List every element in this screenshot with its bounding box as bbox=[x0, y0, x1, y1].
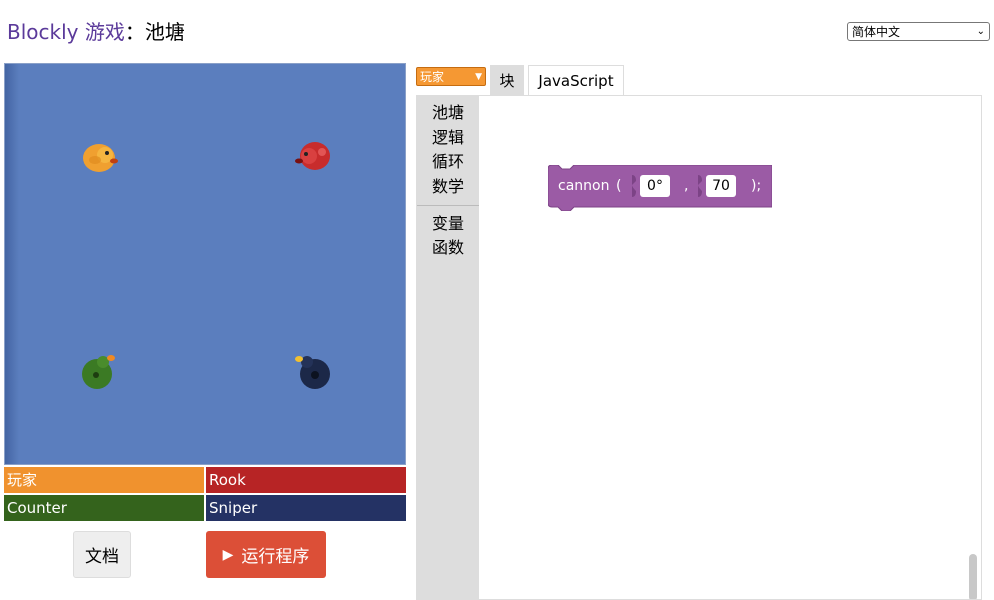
language-value: 简体中文 bbox=[852, 25, 901, 39]
tab-blocks[interactable]: 块 bbox=[490, 65, 524, 95]
player-name: Rook bbox=[209, 471, 246, 489]
chevron-down-icon: ⌄ bbox=[976, 26, 985, 37]
run-button-label: 运行程序 bbox=[241, 547, 310, 567]
player-duck-icon bbox=[83, 144, 118, 172]
tab-blocks-label: 块 bbox=[499, 71, 515, 90]
block-function-name: cannon bbox=[558, 178, 610, 194]
player-bar-rook: Rook bbox=[206, 467, 406, 493]
block-open-paren: ( bbox=[616, 178, 622, 194]
toolbox-category-logic[interactable]: 逻辑 bbox=[417, 127, 479, 149]
docs-button-label: 文档 bbox=[85, 547, 119, 567]
tab-javascript[interactable]: JavaScript bbox=[528, 65, 624, 95]
player-name: 玩家 bbox=[7, 471, 38, 489]
counter-duck-icon bbox=[82, 355, 115, 389]
run-program-button[interactable]: ▶ 运行程序 bbox=[206, 531, 326, 578]
player-name: Sniper bbox=[209, 499, 258, 517]
avatar-select[interactable]: 玩家 ▼ bbox=[416, 67, 486, 86]
pond-game-page: Blockly 游戏：池塘 简体中文 ⌄ 玩家 Rook Counter Sni… bbox=[0, 0, 994, 600]
player-bar-counter: Counter bbox=[4, 495, 204, 521]
toolbox-category-loops[interactable]: 循环 bbox=[417, 151, 479, 173]
player-bar-player: 玩家 bbox=[4, 467, 204, 493]
toolbox-separator bbox=[417, 205, 479, 206]
toolbox-category-variables[interactable]: 变量 bbox=[417, 213, 479, 235]
player-bar-sniper: Sniper bbox=[206, 495, 406, 521]
rook-duck-icon bbox=[295, 142, 330, 170]
docs-button[interactable]: 文档 bbox=[73, 531, 131, 578]
player-name: Counter bbox=[7, 499, 67, 517]
page-title: Blockly 游戏：池塘 bbox=[7, 18, 185, 46]
toolbox-category-math[interactable]: 数学 bbox=[417, 176, 479, 198]
pond-edge-shade bbox=[5, 64, 19, 464]
toolbox-category-pond[interactable]: 池塘 bbox=[417, 102, 479, 124]
cannon-block[interactable]: cannon ( 0° , 70 ); bbox=[548, 165, 772, 211]
chevron-down-icon: ▼ bbox=[475, 71, 482, 82]
toolbox-category-functions[interactable]: 函数 bbox=[417, 237, 479, 259]
app-link[interactable]: Blockly 游戏 bbox=[7, 20, 125, 44]
workspace-scrollbar[interactable] bbox=[969, 554, 977, 599]
play-icon: ▶ bbox=[222, 546, 234, 563]
angle-field[interactable]: 0° bbox=[640, 175, 670, 197]
avatar-value: 玩家 bbox=[420, 70, 445, 84]
block-close: ); bbox=[751, 178, 762, 194]
language-select[interactable]: 简体中文 ⌄ bbox=[847, 22, 990, 41]
tab-javascript-label: JavaScript bbox=[538, 71, 614, 90]
sniper-duck-icon bbox=[295, 356, 330, 389]
block-comma: , bbox=[684, 178, 689, 194]
toolbox: 池塘 逻辑 循环 数学 变量 函数 bbox=[417, 96, 479, 599]
pond-canvas bbox=[4, 63, 406, 465]
range-field[interactable]: 70 bbox=[706, 175, 736, 197]
level-name: 池塘 bbox=[144, 20, 185, 44]
title-separator: ： bbox=[124, 20, 145, 44]
